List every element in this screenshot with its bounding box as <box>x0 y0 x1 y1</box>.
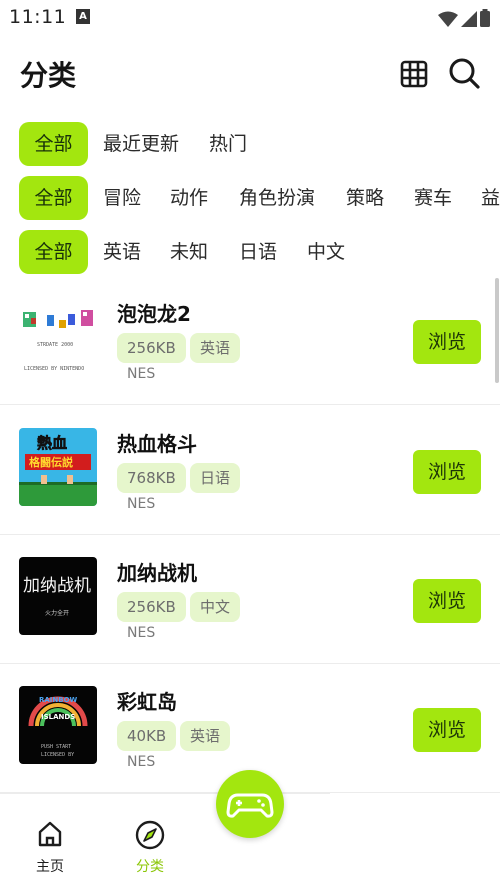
nav-item-category[interactable]: 分类 <box>120 820 180 876</box>
home-icon <box>38 821 62 847</box>
genre-filter-row: 全部 冒险 动作 角色扮演 策略 赛车 益 <box>0 176 500 222</box>
grid-icon[interactable] <box>398 58 430 90</box>
thumb-line-text: LICENSED BY <box>41 752 74 758</box>
genre-chip-puzzle[interactable]: 益 <box>481 176 500 220</box>
thumb-title-text: 加纳战机 <box>23 576 91 596</box>
browse-button[interactable]: 浏览 <box>413 450 481 494</box>
browse-button[interactable]: 浏览 <box>413 579 481 623</box>
game-title: 热血格斗 <box>117 432 197 456</box>
genre-chip-rpg[interactable]: 角色扮演 <box>239 176 315 220</box>
status-icons <box>438 7 490 27</box>
language-filter-row: 全部 英语 未知 日语 中文 <box>0 230 500 276</box>
language-chip-chinese[interactable]: 中文 <box>307 230 345 274</box>
thumb-line-text: PUSH START <box>41 744 71 750</box>
size-tag: 256KB <box>117 592 186 622</box>
game-thumbnail: 加纳战机 火力全开 <box>19 557 97 635</box>
thumb-title-text: 熱血 <box>37 434 67 452</box>
compass-icon <box>135 820 165 850</box>
genre-chip-strategy[interactable]: 策略 <box>346 176 384 220</box>
size-tag: 768KB <box>117 463 186 493</box>
thumb-footer-text: LICENSED BY NINTENDO <box>24 366 84 372</box>
game-title: 彩虹岛 <box>117 690 177 714</box>
language-tag: 日语 <box>190 463 241 493</box>
game-item[interactable]: 熱血 格闘伝説 热血格斗 768KB 日语 NES 浏览 <box>0 406 500 535</box>
game-thumbnail: 熱血 格闘伝説 <box>19 428 97 506</box>
genre-chip-racing[interactable]: 赛车 <box>414 176 452 220</box>
signal-icon <box>461 11 477 27</box>
sort-chip-hot[interactable]: 热门 <box>209 122 247 166</box>
game-list: STRDATE 2000 LICENSED BY NINTENDO 泡泡龙2 2… <box>0 276 500 806</box>
thumb-subtitle-text: 格闘伝説 <box>29 455 73 469</box>
thumb-subtitle-text: ISLANDS <box>41 713 75 721</box>
gamepad-icon <box>226 793 274 818</box>
status-time: 11:11 <box>9 6 67 28</box>
game-title: 加纳战机 <box>117 561 197 585</box>
language-chip-unknown[interactable]: 未知 <box>170 230 208 274</box>
sort-chip-all[interactable]: 全部 <box>19 122 88 166</box>
app-header: 分类 <box>0 40 500 106</box>
page-title: 分类 <box>20 59 77 92</box>
browse-button[interactable]: 浏览 <box>413 320 481 364</box>
genre-chip-adventure[interactable]: 冒险 <box>103 176 141 220</box>
game-title: 泡泡龙2 <box>117 302 191 326</box>
genre-chip-all[interactable]: 全部 <box>19 176 88 220</box>
sort-chip-recent[interactable]: 最近更新 <box>103 122 179 166</box>
nav-label-home: 主页 <box>36 859 64 875</box>
size-tag: 40KB <box>117 721 177 751</box>
browse-button[interactable]: 浏览 <box>413 708 481 752</box>
language-tag: 英语 <box>180 721 231 751</box>
status-a-icon: A <box>76 9 90 24</box>
game-fab-button[interactable] <box>216 770 284 838</box>
language-chip-japanese[interactable]: 日语 <box>239 230 277 274</box>
search-icon[interactable] <box>447 56 481 90</box>
game-thumbnail: STRDATE 2000 LICENSED BY NINTENDO <box>19 298 97 376</box>
genre-chip-action[interactable]: 动作 <box>170 176 208 220</box>
game-thumbnail: RAINBOW ISLANDS PUSH START LICENSED BY <box>19 686 97 764</box>
game-item[interactable]: STRDATE 2000 LICENSED BY NINTENDO 泡泡龙2 2… <box>0 276 500 405</box>
language-tag: 中文 <box>190 592 241 622</box>
thumb-title-text: RAINBOW <box>39 696 78 704</box>
wifi-icon <box>438 11 458 27</box>
size-tag: 256KB <box>117 333 186 363</box>
scrollbar[interactable] <box>495 278 499 383</box>
game-item[interactable]: 加纳战机 火力全开 加纳战机 256KB 中文 NES 浏览 <box>0 535 500 664</box>
platform-label: NES <box>127 754 156 770</box>
platform-label: NES <box>127 366 156 382</box>
nav-item-home[interactable]: 主页 <box>20 820 80 876</box>
thumb-credit-text: STRDATE 2000 <box>37 342 73 348</box>
platform-label: NES <box>127 496 156 512</box>
thumb-subtitle-text: 火力全开 <box>45 609 69 617</box>
platform-label: NES <box>127 625 156 641</box>
battery-icon <box>480 9 490 27</box>
language-chip-english[interactable]: 英语 <box>103 230 141 274</box>
sort-filter-row: 全部 最近更新 热门 <box>0 122 500 168</box>
language-tag: 英语 <box>190 333 241 363</box>
nav-label-category: 分类 <box>136 859 164 875</box>
status-bar: 11:11 A <box>0 0 500 34</box>
language-chip-all[interactable]: 全部 <box>19 230 88 274</box>
